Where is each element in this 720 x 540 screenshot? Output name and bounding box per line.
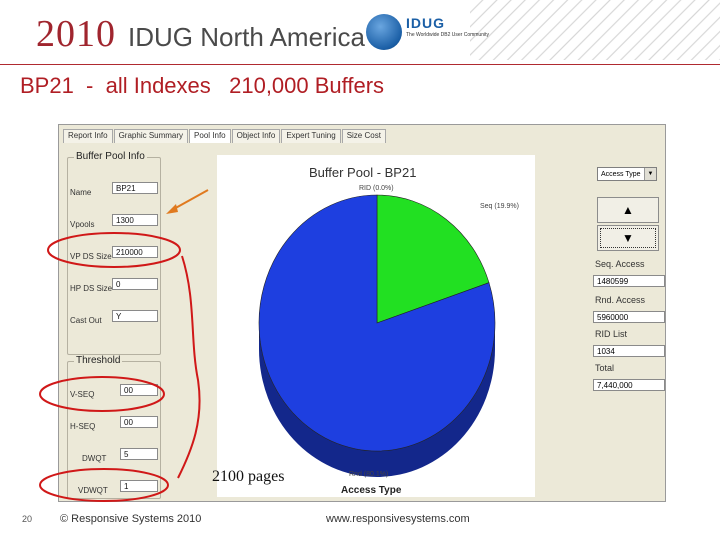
footer-url[interactable]: www.responsivesystems.com [326,513,470,525]
annotation-text: 2100 pages [212,468,285,485]
page-number: 20 [22,514,33,524]
annotation-circle-vdwqt [39,468,169,502]
annotation-connector [177,255,201,479]
footer-copyright: © Responsive Systems 2010 [60,513,202,525]
annotation-circle-v-seq [39,376,165,412]
annotation-overlay [39,189,209,502]
annotation-arrow [166,189,209,214]
annotation-circle-vp-ds-size [47,232,181,268]
